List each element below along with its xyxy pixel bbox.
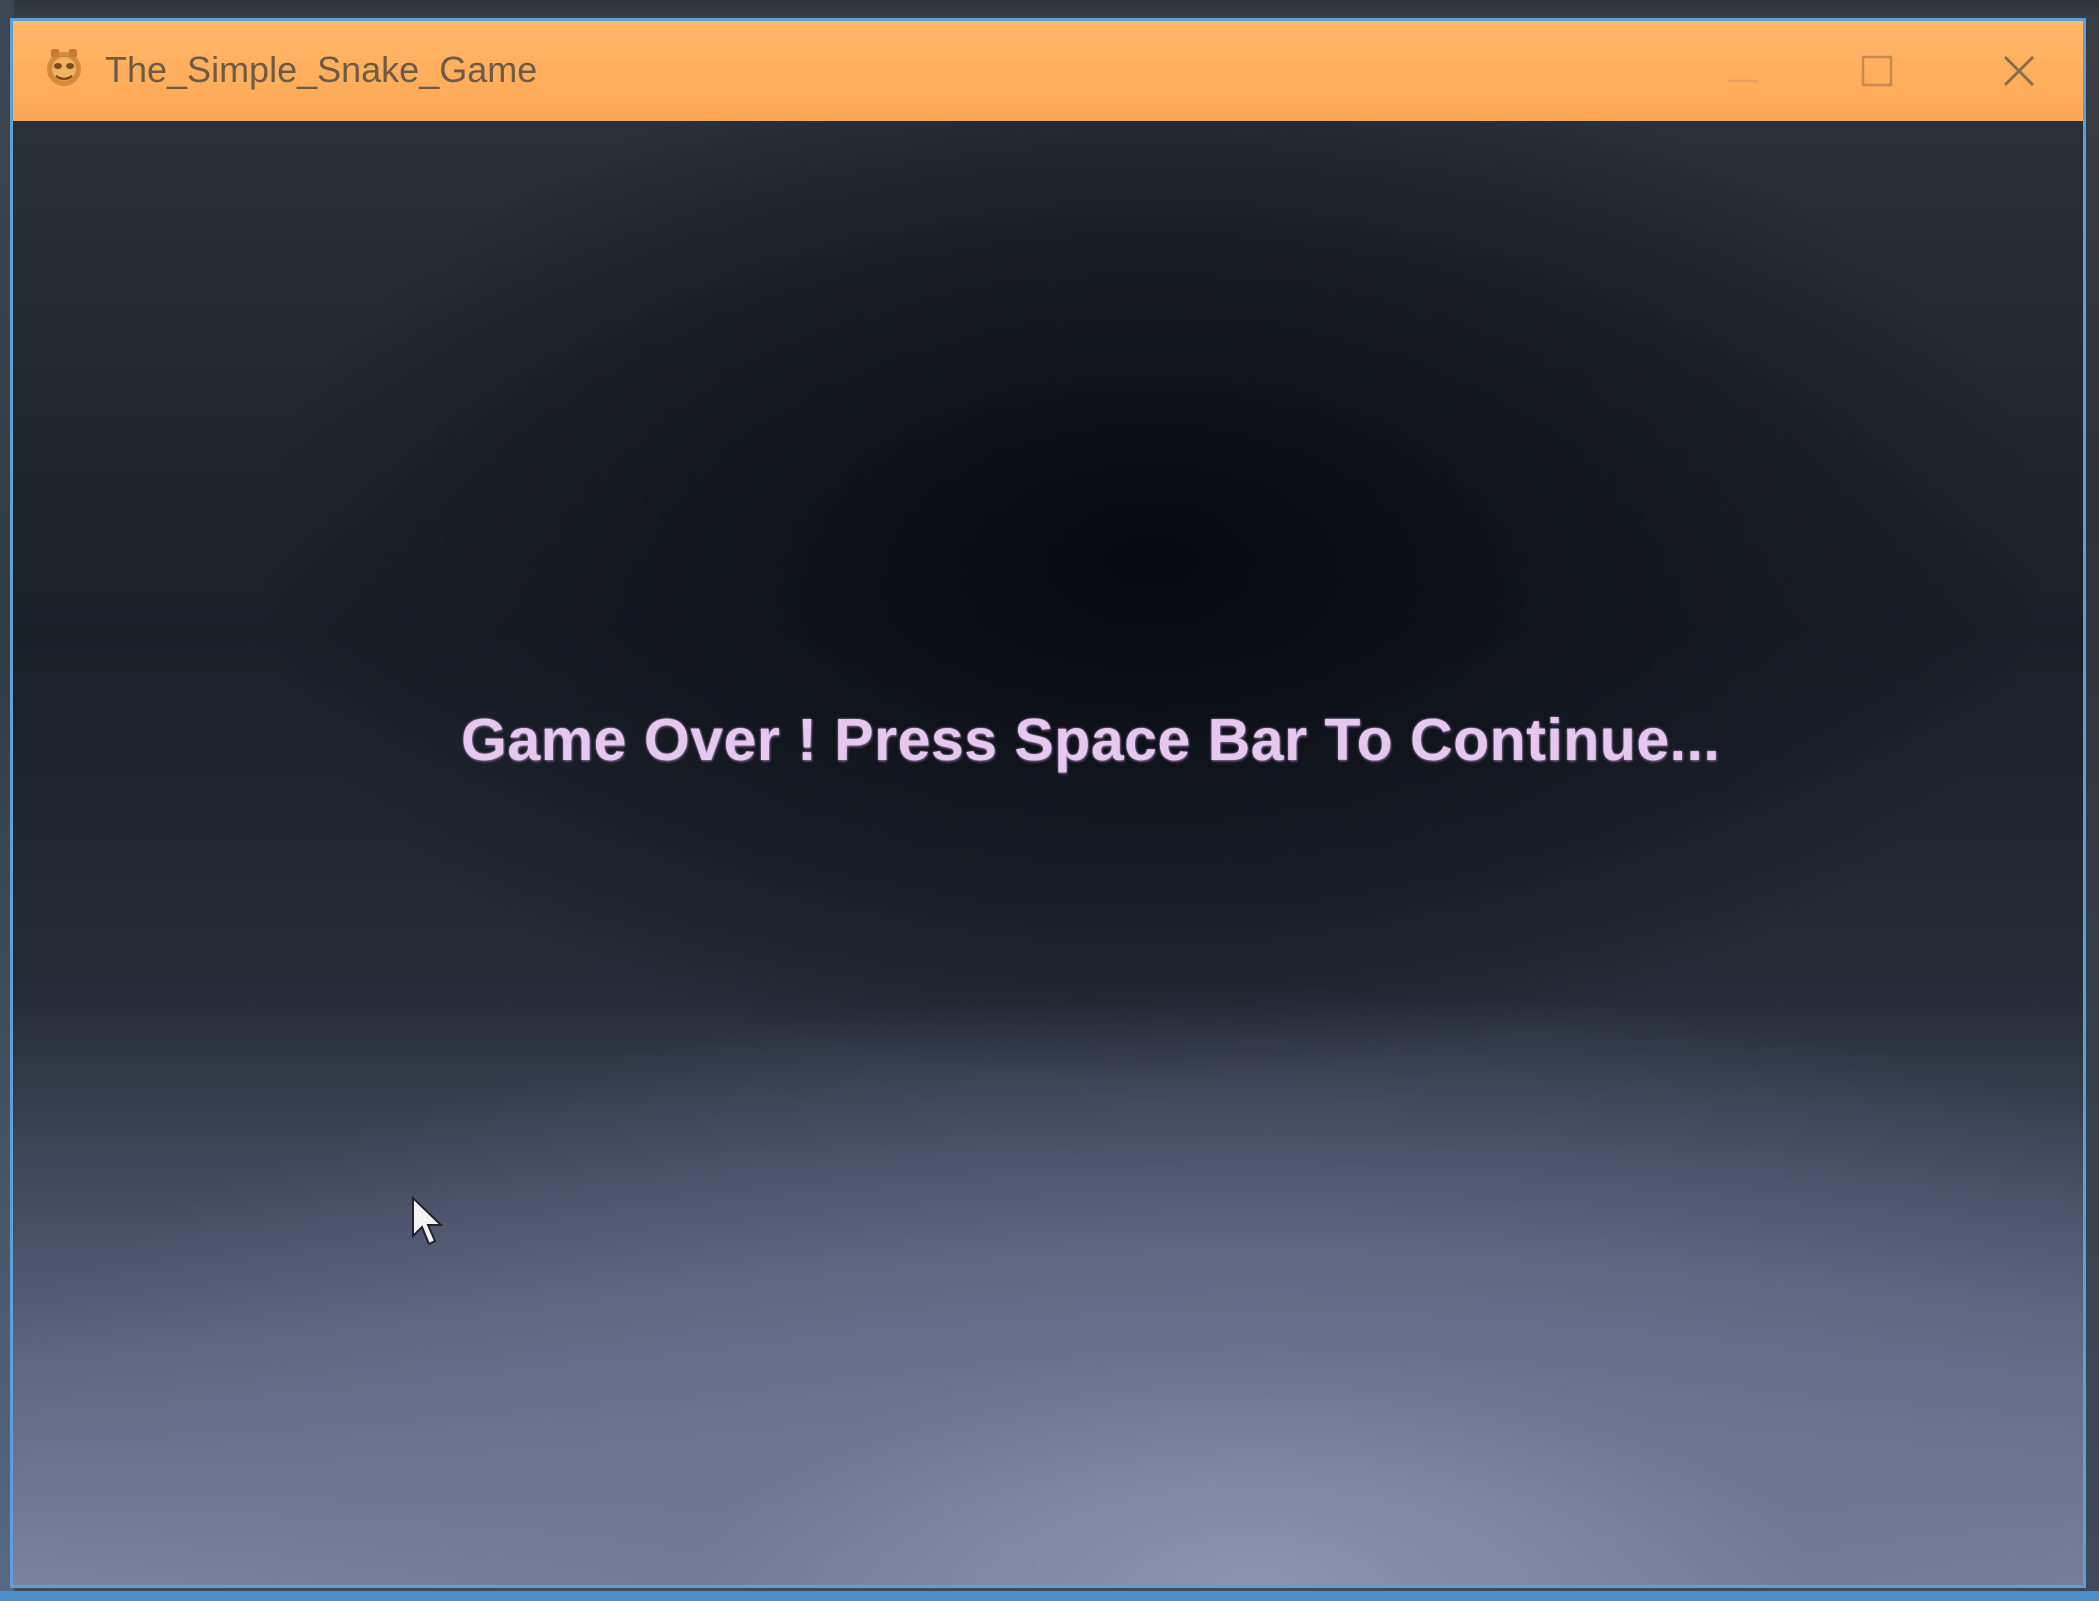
desktop-background: The_Simple_Snake_Game Game Over ! Press … [0, 0, 2099, 1601]
bottom-edge-strip [0, 1591, 2099, 1601]
close-button[interactable] [1989, 47, 2049, 95]
game-over-message: Game Over ! Press Space Bar To Continue.… [461, 707, 1721, 773]
game-canvas[interactable]: Game Over ! Press Space Bar To Continue.… [13, 121, 2083, 1585]
minimize-button[interactable] [1713, 47, 1773, 95]
game-window[interactable]: The_Simple_Snake_Game Game Over ! Press … [10, 18, 2086, 1588]
maximize-button[interactable] [1847, 47, 1907, 95]
desktop-top-edge [0, 0, 2099, 18]
mouse-pointer-icon [411, 1195, 447, 1248]
maximize-icon [1861, 55, 1893, 87]
minimize-icon [1728, 79, 1758, 83]
window-titlebar[interactable]: The_Simple_Snake_Game [13, 21, 2083, 121]
window-title: The_Simple_Snake_Game [105, 49, 538, 90]
app-icon[interactable] [43, 47, 85, 91]
close-icon [2003, 55, 2035, 87]
